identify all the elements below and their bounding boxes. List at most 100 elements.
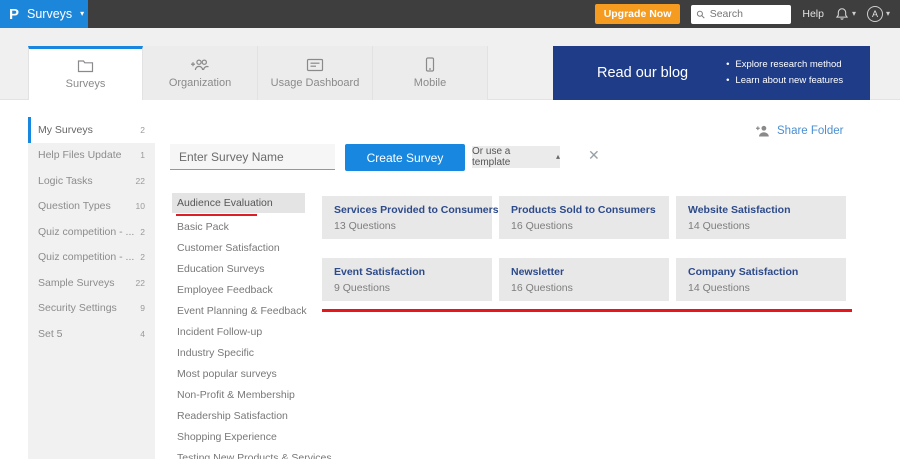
template-card-questions: 14 Questions bbox=[688, 220, 750, 232]
template-card-website-satisfaction[interactable]: Website Satisfaction 14 Questions bbox=[676, 196, 846, 239]
sidebar-item-question-types[interactable]: Question Types 10 bbox=[28, 194, 155, 220]
card-row: Services Provided to Consumers 13 Questi… bbox=[322, 196, 846, 239]
mobile-icon bbox=[425, 57, 435, 72]
sidebar-item-count: 9 bbox=[140, 303, 145, 314]
blog-banner[interactable]: Read our blog • Explore research method … bbox=[553, 46, 870, 100]
sidebar-item-label: Question Types bbox=[38, 200, 111, 213]
survey-name-input[interactable] bbox=[170, 144, 335, 170]
template-card-title: Event Satisfaction bbox=[334, 266, 426, 278]
template-card-questions: 16 Questions bbox=[511, 282, 573, 294]
template-card-title: Website Satisfaction bbox=[688, 204, 791, 216]
search-input[interactable] bbox=[709, 8, 787, 20]
sidebar-item-label: My Surveys bbox=[38, 123, 93, 136]
upgrade-now-button[interactable]: Upgrade Now bbox=[594, 4, 681, 24]
banner-bullet: • Explore research method bbox=[726, 57, 843, 73]
category-education-surveys[interactable]: Education Surveys bbox=[172, 258, 305, 279]
sidebar-item-quiz-competition-2[interactable]: Quiz competition - ... 2 bbox=[28, 245, 155, 271]
template-card-title: Services Provided to Consumers bbox=[334, 204, 499, 216]
red-annotation-line bbox=[322, 309, 852, 312]
bullet-icon: • bbox=[726, 75, 730, 86]
bell-icon bbox=[835, 8, 849, 20]
category-most-popular-surveys[interactable]: Most popular surveys bbox=[172, 363, 305, 384]
category-employee-feedback[interactable]: Employee Feedback bbox=[172, 279, 305, 300]
category-basic-pack[interactable]: Basic Pack bbox=[172, 216, 305, 237]
template-card-event-satisfaction[interactable]: Event Satisfaction 9 Questions bbox=[322, 258, 492, 301]
top-bar: P Surveys ▾ Upgrade Now Help ▾ bbox=[0, 0, 900, 28]
category-customer-satisfaction[interactable]: Customer Satisfaction bbox=[172, 237, 305, 258]
banner-bullet-text: Learn about new features bbox=[735, 75, 844, 86]
category-incident-follow-up[interactable]: Incident Follow-up bbox=[172, 321, 305, 342]
template-card-questions: 9 Questions bbox=[334, 282, 391, 294]
sidebar-item-count: 10 bbox=[135, 201, 145, 212]
template-card-grid: Services Provided to Consumers 13 Questi… bbox=[322, 196, 846, 320]
chevron-down-icon: ▾ bbox=[80, 9, 85, 18]
sidebar-item-label: Help Files Update bbox=[38, 149, 122, 162]
sidebar-item-count: 22 bbox=[135, 175, 145, 186]
sidebar-item-quiz-competition-1[interactable]: Quiz competition - ... 2 bbox=[28, 219, 155, 245]
proprofs-logo-icon: P bbox=[9, 5, 20, 23]
sidebar-item-count: 2 bbox=[140, 252, 145, 263]
banner-title: Read our blog bbox=[597, 65, 689, 81]
help-link[interactable]: Help bbox=[802, 8, 824, 20]
category-shopping-experience[interactable]: Shopping Experience bbox=[172, 426, 305, 447]
dashboard-icon bbox=[306, 58, 324, 71]
sidebar-item-label: Security Settings bbox=[38, 302, 117, 315]
sidebar-item-label: Sample Surveys bbox=[38, 276, 115, 289]
template-card-services-provided[interactable]: Services Provided to Consumers 13 Questi… bbox=[322, 196, 499, 239]
app-window: P Surveys ▾ Upgrade Now Help ▾ bbox=[0, 0, 900, 459]
search-icon bbox=[697, 10, 705, 18]
tab-organization[interactable]: Organization bbox=[143, 46, 258, 100]
sidebar-item-security-settings[interactable]: Security Settings 9 bbox=[28, 296, 155, 322]
tab-label: Usage Dashboard bbox=[270, 76, 360, 89]
template-card-title: Company Satisfaction bbox=[688, 266, 799, 278]
close-icon[interactable]: ✕ bbox=[588, 148, 600, 162]
template-card-products-sold[interactable]: Products Sold to Consumers 16 Questions bbox=[499, 196, 669, 239]
tab-mobile[interactable]: Mobile bbox=[373, 46, 488, 100]
use-template-dropdown[interactable]: Or use a template ▴ bbox=[472, 146, 560, 168]
category-testing-new-products[interactable]: Testing New Products & Services bbox=[172, 447, 332, 459]
tab-usage-dashboard[interactable]: Usage Dashboard bbox=[258, 46, 373, 100]
template-card-questions: 13 Questions bbox=[334, 220, 396, 232]
account-menu[interactable]: A ▾ bbox=[866, 6, 890, 22]
tab-surveys[interactable]: Surveys bbox=[28, 46, 143, 100]
chevron-down-icon: ▾ bbox=[885, 9, 890, 18]
category-audience-evaluation[interactable]: Audience Evaluation bbox=[172, 193, 305, 213]
category-event-planning-feedback[interactable]: Event Planning & Feedback bbox=[172, 300, 307, 321]
template-card-questions: 14 Questions bbox=[688, 282, 750, 294]
sidebar-item-logic-tasks[interactable]: Logic Tasks 22 bbox=[28, 168, 155, 194]
category-non-profit-membership[interactable]: Non-Profit & Membership bbox=[172, 384, 305, 405]
tab-label: Organization bbox=[168, 76, 232, 89]
chevron-up-icon: ▴ bbox=[555, 152, 560, 161]
sidebar-item-label: Logic Tasks bbox=[38, 174, 93, 187]
chevron-down-icon: ▾ bbox=[851, 9, 856, 18]
banner-bullet-text: Explore research method bbox=[735, 59, 842, 70]
sidebar-item-label: Quiz competition - ... bbox=[38, 251, 135, 264]
sidebar-item-sample-surveys[interactable]: Sample Surveys 22 bbox=[28, 270, 155, 296]
product-switcher[interactable]: P Surveys ▾ bbox=[0, 0, 88, 28]
share-person-icon bbox=[756, 125, 769, 137]
template-card-company-satisfaction[interactable]: Company Satisfaction 14 Questions bbox=[676, 258, 846, 301]
sidebar-item-my-surveys[interactable]: My Surveys 2 bbox=[28, 117, 155, 143]
template-card-questions: 16 Questions bbox=[511, 220, 573, 232]
sidebar-item-count: 22 bbox=[135, 277, 145, 288]
category-industry-specific[interactable]: Industry Specific bbox=[172, 342, 305, 363]
sidebar-item-count: 2 bbox=[140, 226, 145, 237]
create-survey-button[interactable]: Create Survey bbox=[345, 144, 465, 171]
sidebar-item-label: Quiz competition - ... bbox=[38, 225, 135, 238]
sidebar-item-set-5[interactable]: Set 5 4 bbox=[28, 321, 155, 347]
notifications-menu[interactable]: ▾ bbox=[835, 7, 856, 21]
template-card-title: Products Sold to Consumers bbox=[511, 204, 656, 216]
global-search[interactable] bbox=[691, 4, 792, 24]
sidebar-item-label: Set 5 bbox=[38, 327, 63, 340]
sidebar-item-count: 2 bbox=[140, 124, 145, 135]
share-folder-label: Share Folder bbox=[777, 124, 844, 137]
avatar: A bbox=[866, 6, 883, 22]
tab-label: Surveys bbox=[65, 78, 106, 90]
template-card-newsletter[interactable]: Newsletter 16 Questions bbox=[499, 258, 669, 301]
people-add-icon bbox=[191, 58, 209, 70]
topbar-actions: Upgrade Now Help ▾ A ▾ bbox=[594, 4, 900, 24]
card-row: Event Satisfaction 9 Questions Newslette… bbox=[322, 258, 846, 301]
category-readership-satisfaction[interactable]: Readership Satisfaction bbox=[172, 405, 305, 426]
share-folder-link[interactable]: Share Folder bbox=[755, 124, 843, 137]
sidebar-item-help-files-update[interactable]: Help Files Update 1 bbox=[28, 143, 155, 169]
